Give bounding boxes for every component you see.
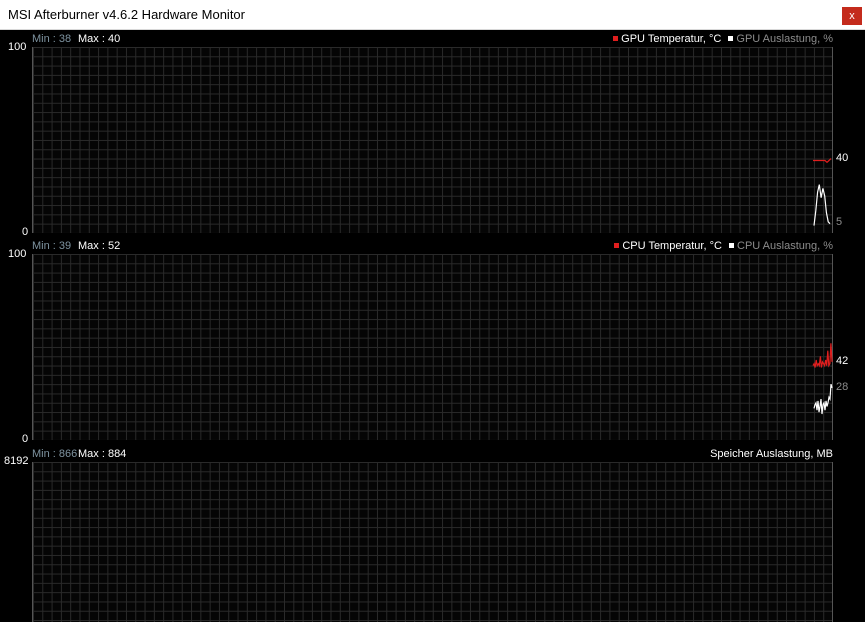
gpu-graph-header: Min : 38 Max : 40 GPU Temperatur, °C GPU…: [0, 31, 865, 47]
cpu-temp-current-value: 42: [836, 355, 849, 367]
cpu-temp-legend-label: CPU Temperatur, °C: [622, 240, 722, 252]
cpu-legend: CPU Temperatur, °C CPU Auslastung, %: [610, 238, 833, 254]
gpu-temp-series-line: [813, 158, 832, 164]
gpu-min-label: Min : 38: [32, 33, 72, 45]
memory-graph-header: Min : 866 Max : 884 Speicher Auslastung,…: [0, 446, 865, 462]
gpu-y-min: 0: [22, 226, 29, 238]
memory-legend-label: Speicher Auslastung, MB: [710, 448, 833, 460]
gpu-plot-area[interactable]: [32, 47, 833, 233]
memory-max-label: Max : 884: [78, 448, 127, 460]
memory-legend: Speicher Auslastung, MB: [710, 446, 833, 462]
close-icon: x: [849, 10, 855, 22]
gpu-max-label: Max : 40: [78, 33, 121, 45]
cpu-usage-legend-label: CPU Auslastung, %: [737, 240, 833, 252]
cpu-plot-area[interactable]: [32, 254, 833, 440]
gpu-temp-current-value: 40: [836, 152, 849, 164]
window-title: MSI Afterburner v4.6.2 Hardware Monitor: [8, 7, 245, 22]
gpu-usage-current-value: 5: [836, 216, 843, 228]
cpu-graph-panel: Min : 39 Max : 52 CPU Temperatur, °C CPU…: [0, 238, 865, 445]
gpu-usage-legend-label: GPU Auslastung, %: [736, 33, 833, 45]
gpu-usage-series-line: [813, 184, 831, 226]
cpu-graph-header: Min : 39 Max : 52 CPU Temperatur, °C CPU…: [0, 238, 865, 254]
cpu-usage-legend-swatch: [729, 243, 734, 249]
gpu-temp-legend-label: GPU Temperatur, °C: [621, 33, 722, 45]
gpu-chart-svg: [813, 158, 832, 226]
memory-graph-panel: Min : 866 Max : 884 Speicher Auslastung,…: [0, 446, 865, 622]
gpu-graph-panel: Min : 38 Max : 40 GPU Temperatur, °C GPU…: [0, 31, 865, 238]
cpu-min-label: Min : 39: [32, 240, 72, 252]
cpu-usage-current-value: 28: [836, 381, 849, 393]
cpu-chart-svg: [812, 343, 833, 415]
cpu-max-label: Max : 52: [78, 240, 121, 252]
cpu-temp-series-line: [812, 343, 833, 368]
close-button[interactable]: x: [842, 7, 862, 25]
cpu-temp-legend-swatch: [614, 243, 620, 249]
memory-plot-area[interactable]: [32, 462, 833, 622]
gpu-temp-legend-swatch: [613, 36, 619, 42]
memory-y-max: 8192: [4, 455, 29, 467]
cpu-usage-series-line: [813, 384, 833, 415]
gpu-usage-legend-swatch: [728, 36, 734, 42]
gpu-y-max: 100: [8, 41, 27, 53]
memory-min-label: Min : 866: [32, 448, 78, 460]
cpu-y-min: 0: [22, 433, 29, 445]
gpu-legend: GPU Temperatur, °C GPU Auslastung, %: [609, 31, 833, 47]
title-bar: MSI Afterburner v4.6.2 Hardware Monitor …: [0, 0, 865, 30]
cpu-y-max: 100: [8, 248, 27, 260]
